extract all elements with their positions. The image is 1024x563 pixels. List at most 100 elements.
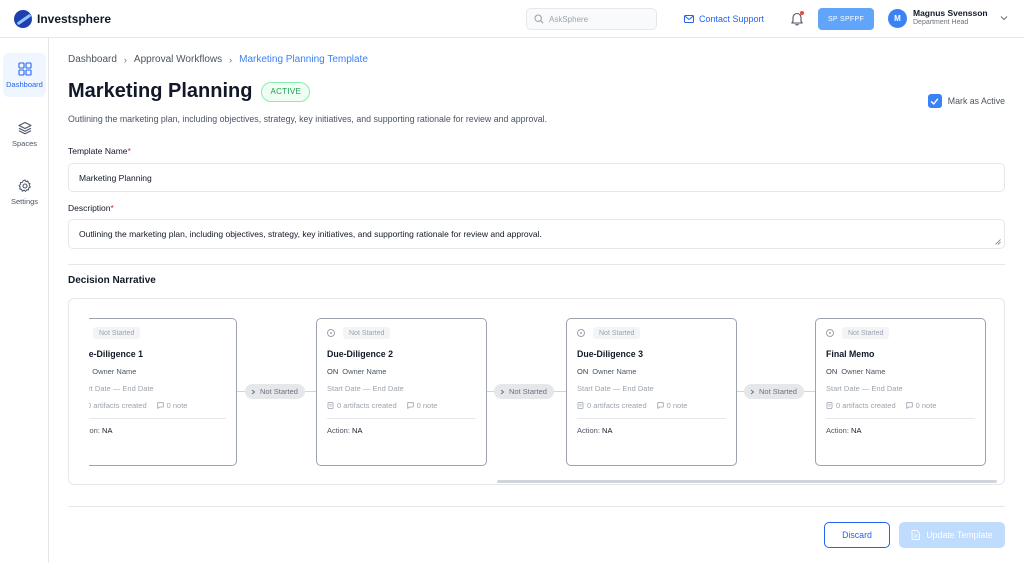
chevron-right-icon: [500, 389, 505, 394]
comment-icon: [905, 402, 913, 409]
sidebar-item-label: Spaces: [11, 138, 38, 148]
breadcrumb-current: Marketing Planning Template: [239, 54, 368, 65]
stage-owner: ONOwner Name: [327, 367, 386, 376]
stage-name: Due-Diligence 1: [89, 349, 143, 359]
update-template-label: Update Template: [926, 530, 993, 540]
document-icon: [577, 402, 584, 409]
status-circle-icon: [826, 329, 834, 337]
footer-divider: [68, 506, 1005, 507]
status-circle-icon: [327, 329, 335, 337]
stage-card-due-diligence-3[interactable]: Not Started Due-Diligence 3 ON Owner Name…: [566, 318, 737, 466]
owner-initials: ON: [826, 367, 838, 376]
stage-action: Action: NA: [327, 426, 362, 435]
notification-dot: [800, 11, 804, 15]
sidebar: Dashboard Spaces Settings: [0, 38, 49, 563]
stage-meta: 0 artifacts created 0 note: [826, 401, 936, 410]
horizontal-scrollbar[interactable]: [69, 479, 1004, 484]
stage-card-final-memo[interactable]: Not Started Final Memo ON Owner Name Star…: [815, 318, 986, 466]
resize-grip-icon[interactable]: [995, 239, 1001, 245]
scrollbar-thumb[interactable]: [497, 480, 997, 483]
title-row: Marketing Planning ACTIVE: [68, 80, 311, 103]
search-icon: [534, 14, 544, 24]
search-box[interactable]: [526, 8, 657, 30]
artifacts-count: 0 artifacts created: [337, 401, 397, 410]
mail-icon: [684, 15, 694, 23]
action-value: NA: [102, 426, 113, 435]
chevron-down-icon: [1000, 16, 1008, 21]
stage-action: Action: NA: [89, 426, 112, 435]
owner-name: Owner Name: [592, 367, 637, 376]
stage-meta: 0 artifacts created 0 note: [89, 401, 187, 410]
user-role: Department Head: [913, 19, 969, 26]
artifacts-count: 0 artifacts created: [836, 401, 896, 410]
stage-name: Final Memo: [826, 349, 875, 359]
user-menu[interactable]: M Magnus Svensson Department Head: [888, 8, 1008, 28]
breadcrumb-dashboard[interactable]: Dashboard: [68, 54, 117, 65]
sidebar-item-spaces[interactable]: Spaces: [3, 112, 46, 156]
card-divider: [89, 418, 226, 419]
required-marker: *: [110, 203, 114, 213]
stage-connector-pill: Not Started: [744, 384, 804, 399]
description-field-wrapper: Outlining the marketing plan, including …: [68, 219, 1005, 249]
description-label: Description*: [68, 203, 114, 213]
action-value: NA: [851, 426, 862, 435]
template-name-input[interactable]: [68, 163, 1005, 192]
search-input[interactable]: [549, 14, 649, 24]
chevron-right-icon: ›: [123, 54, 127, 65]
stage-status-pill: Not Started: [842, 327, 890, 339]
decision-narrative-panel: Not Started Due-Diligence 1 ONOwner Name…: [68, 298, 1005, 485]
discard-button[interactable]: Discard: [824, 522, 890, 548]
owner-initials: ON: [327, 367, 339, 376]
card-divider: [826, 418, 975, 419]
update-template-button[interactable]: Update Template: [899, 522, 1005, 548]
stage-card-due-diligence-1[interactable]: Not Started Due-Diligence 1 ONOwner Name…: [89, 318, 237, 466]
comment-icon: [406, 402, 414, 409]
grid-icon: [17, 61, 32, 76]
owner-name: Owner Name: [92, 367, 137, 376]
mark-as-active-checkbox[interactable]: Mark as Active: [927, 94, 1005, 108]
stage-action: Action: NA: [577, 426, 612, 435]
stages-scroll-area[interactable]: Not Started Due-Diligence 1 ONOwner Name…: [89, 299, 999, 484]
brand[interactable]: Investsphere: [14, 10, 111, 28]
brand-logo-icon: [14, 10, 32, 28]
comment-icon: [656, 402, 664, 409]
gear-icon: [18, 179, 31, 192]
notifications-button[interactable]: [790, 11, 804, 26]
notes-count: 0 note: [166, 401, 188, 410]
action-value: NA: [602, 426, 613, 435]
comment-icon: [156, 402, 164, 409]
stage-meta: 0 artifacts created 0 note: [327, 401, 437, 410]
stage-owner: ONOwner Name: [826, 367, 885, 376]
owner-name: Owner Name: [841, 367, 886, 376]
sidebar-item-settings[interactable]: Settings: [3, 170, 46, 214]
stage-connector-pill: Not Started: [245, 384, 305, 399]
contact-support-link[interactable]: Contact Support: [684, 14, 764, 24]
user-name: Magnus Svensson: [913, 8, 988, 18]
description-textarea[interactable]: Outlining the marketing plan, including …: [68, 219, 1005, 249]
workspace-switcher-button[interactable]: SP SPFPF: [818, 8, 874, 30]
sidebar-item-dashboard[interactable]: Dashboard: [3, 53, 46, 97]
breadcrumb-approval-workflows[interactable]: Approval Workflows: [134, 54, 222, 65]
checkbox-checked[interactable]: [927, 94, 942, 108]
stage-status: Not Started: [89, 327, 141, 339]
description-label-text: Description: [68, 203, 111, 213]
required-marker: *: [127, 146, 131, 156]
page-title: Marketing Planning: [68, 80, 253, 102]
decision-narrative-title: Decision Narrative: [68, 275, 156, 286]
document-icon: [327, 402, 334, 409]
chevron-right-icon: [251, 389, 256, 394]
stage-meta: 0 artifacts created 0 note: [577, 401, 687, 410]
action-label: Action:: [89, 426, 100, 435]
stage-card-due-diligence-2[interactable]: Not Started Due-Diligence 2 ON Owner Name…: [316, 318, 487, 466]
action-label: Action:: [577, 426, 600, 435]
sidebar-item-label: Dashboard: [6, 79, 43, 89]
template-name-label-text: Template Name: [68, 146, 128, 156]
stage-connector-pill: Not Started: [494, 384, 554, 399]
stage-dates: Start Date — End Date: [826, 384, 903, 393]
stage-owner: ONOwner Name: [577, 367, 636, 376]
check-icon: [931, 98, 939, 105]
card-divider: [577, 418, 726, 419]
stage-owner: ONOwner Name: [89, 367, 136, 376]
avatar: M: [888, 8, 907, 28]
owner-initials: ON: [577, 367, 589, 376]
